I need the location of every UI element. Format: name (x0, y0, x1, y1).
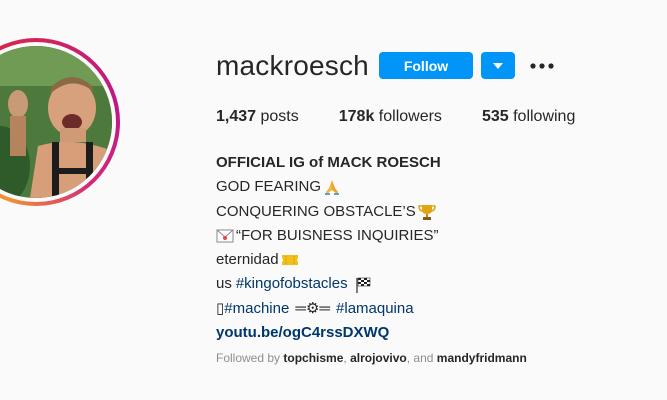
website-link[interactable]: youtu.be/ogC4rssDXWQ (216, 321, 656, 345)
bio-line-2: CONQUERING OBSTACLE’S (216, 200, 656, 224)
ticket-icon (281, 252, 299, 268)
more-options-button[interactable] (526, 52, 558, 79)
profile-stats: 1,437 posts 178k followers 535 following (216, 108, 615, 126)
checkered-flag-icon (354, 276, 372, 294)
profile-bio: OFFICIAL IG of MACK ROESCH GOD FEARING C… (216, 151, 656, 345)
follower-alrojovivo[interactable]: alrojovivo (350, 351, 407, 365)
followers-count: 178k (338, 108, 375, 125)
follower-topchisme[interactable]: topchisme (283, 351, 343, 365)
bio-text-3: “FOR BUISNESS INQUIRIES” (236, 226, 439, 244)
following-count: 535 (481, 108, 509, 125)
bio-line-3: “FOR BUISNESS INQUIRIES” (216, 224, 656, 248)
hashtag-kingofobstacles[interactable]: #kingofobstacles (236, 272, 348, 296)
username: mackroesch (216, 50, 369, 81)
follow-button[interactable]: Follow (379, 52, 473, 79)
suggested-dropdown-button[interactable] (481, 52, 515, 79)
followed-by-prefix: Followed by (216, 351, 284, 365)
profile-page: mackroesch Follow 1,437 posts 178k follo… (0, 0, 667, 400)
missing-glyph-box: ▯ (216, 299, 225, 317)
bio-text-2: CONQUERING OBSTACLE’S (216, 202, 416, 220)
bio-line-1: GOD FEARING (216, 175, 656, 199)
following-label: following (513, 108, 576, 125)
followers-stat[interactable]: 178k followers (339, 108, 442, 126)
praying-hands-icon (323, 178, 341, 196)
followers-label: followers (378, 108, 442, 125)
posts-stat: 1,437 posts (216, 108, 299, 126)
bio-text-1: GOD FEARING (216, 178, 322, 196)
envelope-icon (216, 228, 234, 244)
followed-by: Followed by topchisme, alrojovivo, and m… (216, 351, 527, 365)
gear-divider: ═⚙═ (295, 299, 331, 317)
posts-label: posts (260, 108, 299, 125)
trophy-icon (418, 203, 436, 221)
hashtag-lamaquina[interactable]: #lamaquina (336, 297, 414, 321)
bio-line-4: eternidad (216, 248, 656, 272)
posts-count: 1,437 (216, 108, 257, 125)
bio-name: OFFICIAL IG of MACK ROESCH (216, 154, 441, 171)
more-dots-icon (530, 62, 554, 69)
followed-by-sep-2: , and (406, 351, 437, 365)
bio-text-5-prefix: us (216, 275, 232, 293)
bio-line-6: ▯ #machine ═⚙═ #lamaquina (216, 297, 656, 321)
following-stat[interactable]: 535 following (482, 108, 575, 126)
bio-line-5: us #kingofobstacles (216, 272, 656, 296)
hashtag-machine[interactable]: #machine (224, 297, 289, 321)
follower-mandyfridmann[interactable]: mandyfridmann (437, 351, 527, 365)
avatar-story-ring[interactable] (0, 38, 120, 206)
bio-text-4: eternidad (216, 251, 279, 269)
triangle-down-icon (493, 62, 503, 69)
